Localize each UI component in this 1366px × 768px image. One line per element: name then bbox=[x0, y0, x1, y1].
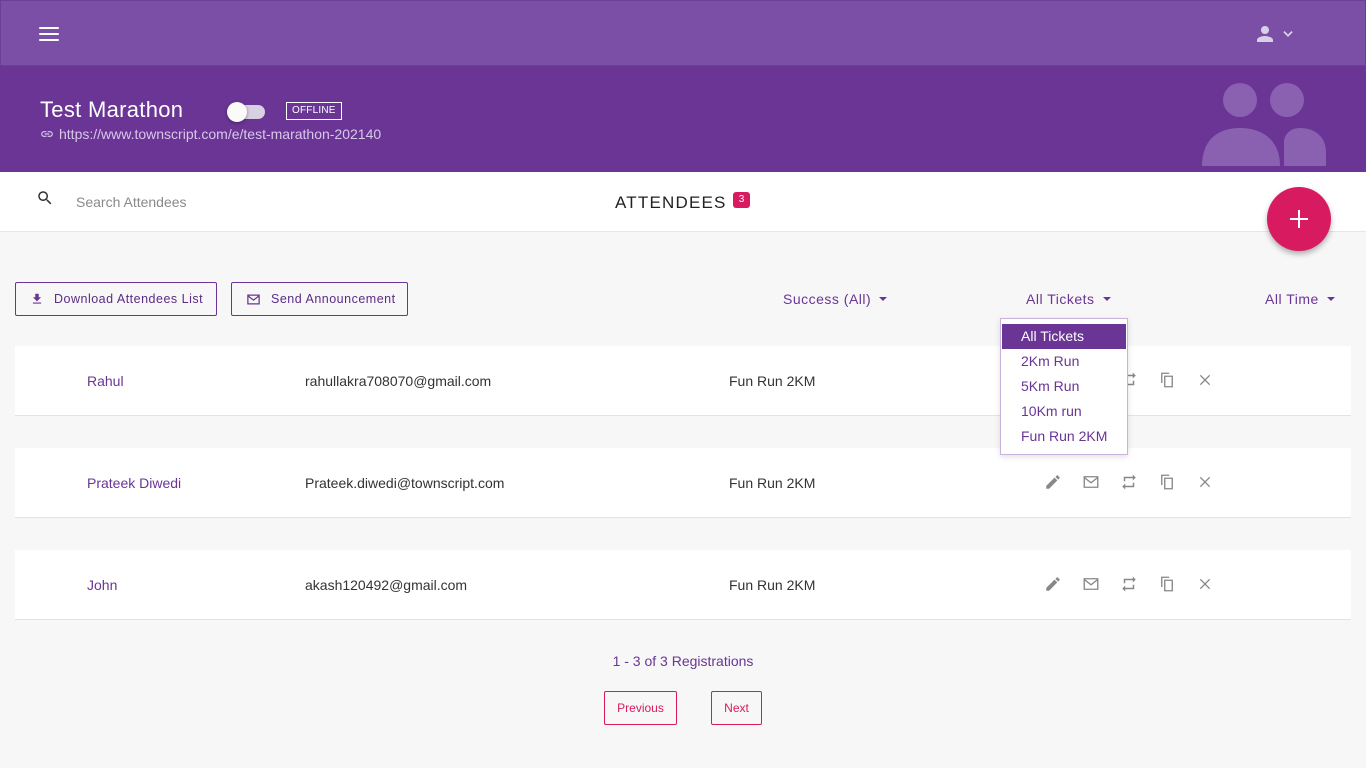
caret-down-icon bbox=[879, 297, 888, 301]
send-announcement-button[interactable]: Send Announcement bbox=[231, 282, 408, 316]
add-attendee-button[interactable] bbox=[1267, 187, 1331, 251]
close-icon[interactable] bbox=[1195, 472, 1215, 492]
previous-button[interactable]: Previous bbox=[604, 691, 677, 725]
mail-icon[interactable] bbox=[1081, 574, 1101, 594]
copy-icon[interactable] bbox=[1157, 370, 1177, 390]
attendee-name[interactable]: John bbox=[87, 577, 117, 593]
ticket-filter-label: All Tickets bbox=[1026, 291, 1095, 307]
attendee-ticket: Fun Run 2KM bbox=[729, 373, 816, 389]
mail-icon bbox=[247, 294, 260, 304]
event-title: Test Marathon bbox=[40, 97, 184, 122]
publish-toggle[interactable] bbox=[227, 102, 267, 122]
row-actions bbox=[1043, 472, 1215, 492]
status-filter[interactable]: Success (All) bbox=[783, 289, 888, 309]
copy-icon[interactable] bbox=[1157, 472, 1177, 492]
page-title: ATTENDEES bbox=[615, 193, 727, 212]
hamburger-menu-icon[interactable] bbox=[39, 27, 59, 41]
row-actions bbox=[1043, 574, 1215, 594]
search-icon bbox=[38, 191, 52, 205]
user-icon bbox=[1257, 26, 1273, 42]
table-row: John akash120492@gmail.com Fun Run 2KM bbox=[15, 550, 1351, 620]
next-button[interactable]: Next bbox=[711, 691, 762, 725]
time-filter[interactable]: All Time bbox=[1265, 289, 1335, 309]
attendee-email: rahullakra708070@gmail.com bbox=[305, 373, 492, 389]
pagination-info: 1 - 3 of 3 Registrations bbox=[612, 653, 754, 669]
people-icon bbox=[1202, 83, 1326, 166]
time-filter-label: All Time bbox=[1265, 291, 1319, 307]
ticket-option-all[interactable]: All Tickets bbox=[1002, 324, 1126, 349]
status-badge: OFFLINE bbox=[286, 102, 342, 120]
search-bar: ATTENDEES 3 bbox=[0, 172, 1366, 232]
close-icon[interactable] bbox=[1195, 574, 1215, 594]
ticket-filter-dropdown: All Tickets 2Km Run 5Km Run 10Km run Fun… bbox=[1000, 318, 1128, 455]
attendee-ticket: Fun Run 2KM bbox=[729, 577, 816, 593]
link-icon bbox=[41, 131, 53, 137]
transfer-icon[interactable] bbox=[1119, 472, 1139, 492]
user-menu[interactable] bbox=[1255, 23, 1301, 45]
attendee-count-badge: 3 bbox=[733, 192, 750, 208]
close-icon[interactable] bbox=[1195, 370, 1215, 390]
ticket-option-5km[interactable]: 5Km Run bbox=[1001, 374, 1127, 399]
attendee-email: akash120492@gmail.com bbox=[305, 577, 468, 593]
ticket-option-2km[interactable]: 2Km Run bbox=[1001, 349, 1127, 374]
plus-icon bbox=[1290, 210, 1308, 228]
top-bar bbox=[0, 0, 1366, 66]
table-row: Prateek Diwedi Prateek.diwedi@townscript… bbox=[15, 448, 1351, 518]
caret-down-icon bbox=[1102, 297, 1111, 301]
edit-icon[interactable] bbox=[1043, 472, 1063, 492]
mail-icon[interactable] bbox=[1081, 472, 1101, 492]
attendee-name[interactable]: Prateek Diwedi bbox=[87, 475, 181, 491]
ticket-filter[interactable]: All Tickets bbox=[1026, 289, 1111, 309]
event-url-link[interactable]: https://www.townscript.com/e/test-marath… bbox=[40, 126, 381, 142]
download-icon bbox=[32, 293, 42, 304]
copy-icon[interactable] bbox=[1157, 574, 1177, 594]
caret-down-icon bbox=[1326, 297, 1335, 301]
download-attendees-button[interactable]: Download Attendees List bbox=[15, 282, 217, 316]
edit-icon[interactable] bbox=[1043, 574, 1063, 594]
send-announcement-label: Send Announcement bbox=[271, 292, 396, 306]
search-input[interactable] bbox=[76, 190, 376, 214]
attendee-email: Prateek.diwedi@townscript.com bbox=[305, 475, 505, 491]
table-row: Rahul rahullakra708070@gmail.com Fun Run… bbox=[15, 346, 1351, 416]
event-url-text: https://www.townscript.com/e/test-marath… bbox=[59, 126, 382, 142]
download-attendees-label: Download Attendees List bbox=[54, 292, 204, 306]
attendee-ticket: Fun Run 2KM bbox=[729, 475, 816, 491]
chevron-down-icon bbox=[1283, 31, 1293, 37]
attendee-name[interactable]: Rahul bbox=[87, 373, 124, 389]
ticket-option-fun-run[interactable]: Fun Run 2KM bbox=[1001, 424, 1127, 449]
status-filter-label: Success (All) bbox=[783, 291, 872, 307]
transfer-icon[interactable] bbox=[1119, 574, 1139, 594]
ticket-option-10km[interactable]: 10Km run bbox=[1001, 399, 1127, 424]
event-header: Test Marathon OFFLINE https://www.townsc… bbox=[0, 66, 1366, 172]
